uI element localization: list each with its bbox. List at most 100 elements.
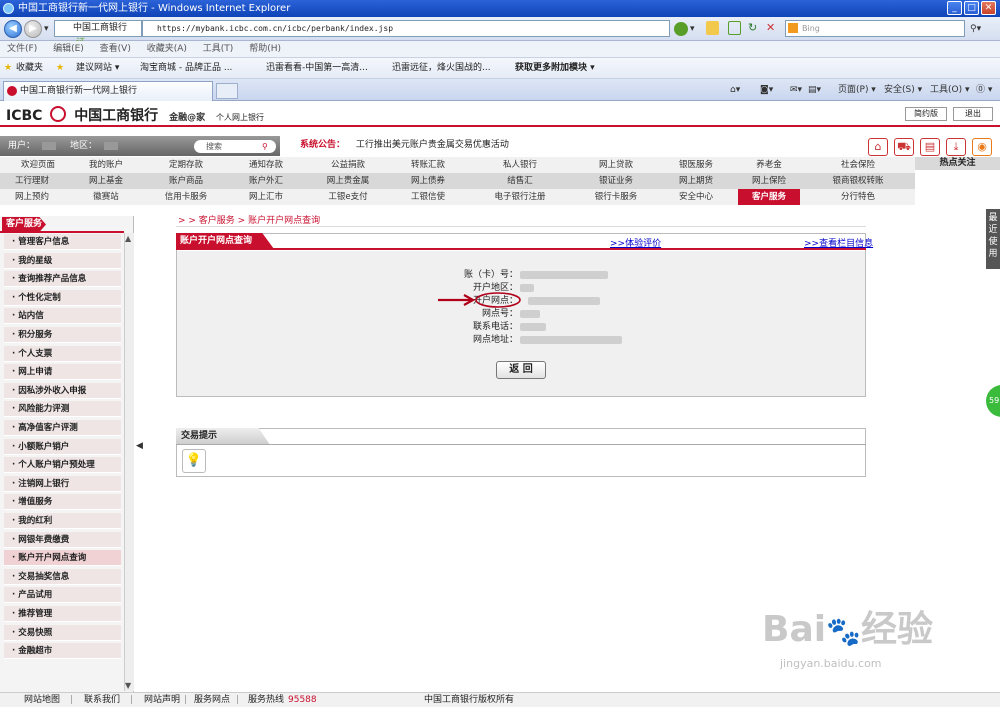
sidebar-item-risk-test[interactable]: · 风险能力评测 [4, 401, 121, 418]
menu-help[interactable]: 帮助(H) [249, 44, 281, 54]
compat-icon[interactable] [728, 21, 741, 35]
nav-credit-card[interactable]: 信用卡服务 [150, 189, 222, 205]
nav-wealth[interactable]: 工行理财 [0, 173, 64, 189]
hot-topics-header[interactable]: 热点关注 [915, 157, 1000, 170]
sidebar-item-personalize[interactable]: · 个性化定制 [4, 289, 121, 306]
notice-text[interactable]: 工行推出美元账户贵金属交易优惠活动 [356, 140, 509, 150]
nav-remittance-market[interactable]: 网上汇市 [230, 189, 302, 205]
nav-ebank-register[interactable]: 电子银行注册 [480, 189, 560, 205]
extra-icon[interactable]: ◉ [972, 138, 992, 156]
footer-contact[interactable]: 联系我们 [84, 693, 120, 708]
scroll-up-icon[interactable]: ▲ [125, 234, 131, 243]
nav-bank-merchant[interactable]: 银商银权转账 [820, 173, 896, 189]
nav-card-service[interactable]: 银行卡服务 [580, 189, 652, 205]
fav-suggested-sites[interactable]: 建议网站 ▾ [76, 58, 119, 79]
footer-statement[interactable]: 网站声明 [144, 693, 180, 708]
nav-account-forex[interactable]: 账户外汇 [230, 173, 302, 189]
fav-taobao[interactable]: 淘宝商城 - 品牌正品 ... [140, 58, 232, 79]
nav-reservation[interactable]: 网上预约 [0, 189, 64, 205]
nav-bond[interactable]: 网上债券 [392, 173, 464, 189]
sidebar-item-annual-fee[interactable]: · 网银年费缴费 [4, 531, 121, 548]
search-icon[interactable]: ⚲▾ [970, 20, 981, 38]
tools-menu[interactable]: 工具(O) ▾ [930, 81, 970, 99]
forward-icon[interactable]: ▶ [24, 20, 42, 38]
menu-edit[interactable]: 编辑(E) [53, 44, 84, 54]
new-tab-button[interactable] [216, 83, 238, 99]
nav-fx-settlement[interactable]: 结售汇 [480, 173, 560, 189]
nav-account-commodity[interactable]: 账户商品 [150, 173, 222, 189]
sidebar-item-points[interactable]: · 积分服务 [4, 327, 121, 343]
sidebar-item-online-apply[interactable]: · 网上申请 [4, 364, 121, 381]
nav-loan[interactable]: 网上贷款 [580, 157, 652, 173]
sidebar-item-my-bonus[interactable]: · 我的红利 [4, 513, 121, 529]
sidebar-item-messages[interactable]: · 站内信 [4, 308, 121, 325]
menu-view[interactable]: 查看(V) [100, 44, 131, 54]
footer-branches[interactable]: 服务网点 [194, 693, 230, 708]
sidebar-item-finance-market[interactable]: · 金融超市 [4, 643, 121, 660]
refresh-icon[interactable]: ↻ [748, 21, 761, 35]
sidebar-item-cancel-ebank[interactable]: · 注销网上银行 [4, 475, 121, 492]
recent-used-tab[interactable]: 最近使用 [986, 209, 1000, 269]
home-icon[interactable]: ⌂▾ [730, 81, 740, 99]
close-button[interactable]: ✕ [981, 1, 996, 15]
nav-security-center[interactable]: 安全中心 [660, 189, 732, 205]
nav-medical[interactable]: 银医服务 [660, 157, 732, 173]
experience-rating-link[interactable]: >>体验评价 [610, 236, 661, 249]
search-icon[interactable]: ⚲ [262, 140, 268, 153]
lock-icon[interactable] [706, 21, 719, 35]
fav-xunlei-kankan[interactable]: 迅雷看看-中国第一高清... [266, 58, 368, 79]
sidebar-item-close-small-account[interactable]: · 小额账户销户 [4, 438, 121, 455]
collapse-sidebar-icon[interactable]: ◀ [136, 441, 145, 455]
feeds-icon[interactable]: ◙▾ [760, 81, 773, 99]
nav-notice-deposit[interactable]: 通知存款 [230, 157, 302, 173]
nav-securities[interactable]: 银证业务 [580, 173, 652, 189]
nav-insurance[interactable]: 网上保险 [738, 173, 800, 189]
logout-button[interactable]: 退出 [953, 107, 993, 121]
menu-favorites[interactable]: 收藏夹(A) [147, 44, 187, 54]
sidebar-item-hnw-test[interactable]: · 高净值客户评测 [4, 420, 121, 436]
favorites-button[interactable]: 收藏夹 [16, 58, 43, 79]
cart-icon[interactable]: ⛟ [894, 138, 914, 156]
nav-competition[interactable]: 徽赛站 [76, 189, 136, 205]
sidebar-item-recommend-mgmt[interactable]: · 推荐管理 [4, 606, 121, 622]
footer-sitemap[interactable]: 网站地图 [24, 693, 60, 708]
stop-icon[interactable]: ✕ [766, 21, 779, 35]
sidebar-item-account-branch-query[interactable]: · 账户开户网点查询 [4, 550, 121, 567]
account-icon[interactable]: ▤ [920, 138, 940, 156]
sidebar-scrollbar[interactable] [124, 233, 134, 691]
nav-pension[interactable]: 养老金 [738, 157, 800, 173]
minimize-button[interactable]: _ [947, 1, 962, 15]
safety-menu[interactable]: 安全(S) ▾ [884, 81, 922, 99]
nav-futures[interactable]: 网上期货 [660, 173, 732, 189]
tab-icbc[interactable]: 中国工商银行新一代网上银行 [3, 81, 213, 101]
help-menu[interactable]: ⓪ ▾ [976, 81, 992, 99]
back-button[interactable]: 返 回 [496, 361, 546, 379]
nav-customer-service[interactable]: 客户服务 [738, 189, 800, 205]
home-icon[interactable]: ⌂ [868, 138, 888, 156]
sidebar-item-trade-snapshot[interactable]: · 交易快照 [4, 624, 121, 641]
nav-precious-metal[interactable]: 网上贵金属 [312, 173, 384, 189]
site-identity[interactable]: 中国工商银行 证 [54, 20, 142, 48]
maximize-button[interactable]: □ [964, 1, 979, 15]
nav-branch-feature[interactable]: 分行特色 [820, 189, 896, 205]
add-favorite-icon[interactable]: ★ [56, 58, 64, 79]
nav-epay[interactable]: 工银e支付 [312, 189, 384, 205]
sidebar-item-product-trial[interactable]: · 产品试用 [4, 587, 121, 604]
scroll-down-icon[interactable]: ▼ [125, 681, 131, 690]
sidebar-item-my-star[interactable]: · 我的星级 [4, 252, 121, 269]
nav-welcome[interactable]: 欢迎页面 [0, 157, 76, 173]
icbc-logo[interactable]: ICBC 中国工商银行 金融@家 个人网上银行 [6, 105, 264, 127]
menu-file[interactable]: 文件(F) [7, 44, 37, 54]
history-dropdown-icon[interactable]: ▾ [44, 20, 49, 38]
nav-private-bank[interactable]: 私人银行 [480, 157, 560, 173]
url-dropdown-icon[interactable]: ▾ [690, 20, 695, 38]
nav-fund[interactable]: 网上基金 [76, 173, 136, 189]
nav-my-account[interactable]: 我的账户 [76, 157, 136, 173]
sidebar-item-manage-info[interactable]: · 管理客户信息 [4, 234, 121, 250]
fav-xunlei-yuanzheng[interactable]: 迅雷远征，烽火国战的... [392, 58, 491, 79]
page-menu[interactable]: 页面(P) ▾ [838, 81, 876, 99]
fav-get-addons[interactable]: 获取更多附加模块 ▾ [515, 58, 595, 79]
nav-fixed-deposit[interactable]: 定期存款 [150, 157, 222, 173]
search-input[interactable]: Bing [785, 20, 965, 37]
sidebar-item-foreign-income[interactable]: · 因私涉外收入申报 [4, 382, 121, 399]
